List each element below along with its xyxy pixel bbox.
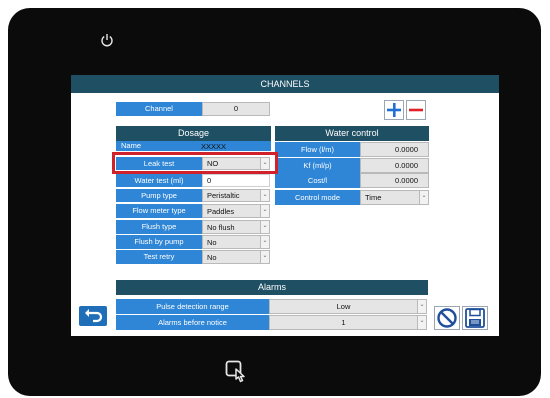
leak-test-highlight [112,152,278,174]
channel-value[interactable]: 0 [202,102,270,116]
back-arrow-icon[interactable] [79,306,107,326]
touch-screen: CHANNELS Channel 0 Dosage Name XXXXX Lea… [71,75,499,336]
pump-type-select[interactable]: Peristaltic ⌄ [202,189,270,202]
water-control-header: Water control [275,126,429,141]
flush-type-label: Flush type [116,220,202,234]
water-test-label: Water test (ml) [116,174,202,187]
pulse-detection-range-value: Low [336,302,351,311]
plus-icon[interactable] [384,100,404,120]
name-label: Name [116,141,156,151]
flush-type-select[interactable]: No flush ⌄ [202,220,270,234]
flow-value[interactable]: 0.0000 [360,142,429,157]
control-mode-select[interactable]: Time ⌄ [360,190,429,205]
flush-by-pump-label: Flush by pump [116,235,202,249]
power-icon[interactable] [100,33,114,47]
flow-label: Flow (l/m) [275,142,360,157]
window-title: CHANNELS [71,75,499,93]
flow-meter-type-value: Paddles [207,207,235,216]
pulse-detection-range-select[interactable]: Low ⌄ [269,299,427,314]
alarms-before-notice-select[interactable]: 1 ⌄ [269,315,427,330]
flush-by-pump-select[interactable]: No ⌄ [202,235,270,249]
prohibited-icon[interactable] [434,306,460,330]
alarms-before-notice-value: 1 [341,318,346,327]
flush-type-value: No flush [207,223,235,232]
test-retry-value: No [207,253,217,262]
dosage-header: Dosage [116,126,271,141]
chevron-down-icon: ⌄ [417,300,426,313]
touch-pointer-icon [225,360,245,383]
minus-icon[interactable] [406,100,426,120]
alarms-header: Alarms [116,280,428,295]
cost-label: Cost/l [275,173,360,188]
chevron-down-icon: ⌄ [417,316,426,329]
kf-value[interactable]: 0.0000 [360,158,429,173]
pump-type-value: Peristaltic [207,191,240,200]
test-retry-select[interactable]: No ⌄ [202,250,270,264]
test-retry-label: Test retry [116,250,202,264]
cost-value[interactable]: 0.0000 [360,173,429,188]
water-test-input[interactable]: 0 [202,174,270,187]
chevron-down-icon: ⌄ [260,236,269,248]
flow-meter-type-label: Flow meter type [116,204,202,218]
pulse-detection-range-label: Pulse detection range [116,299,269,314]
alarms-before-notice-label: Alarms before notice [116,315,269,330]
chevron-down-icon: ⌄ [419,191,428,204]
flow-meter-type-select[interactable]: Paddles ⌄ [202,204,270,218]
floppy-disk-icon[interactable] [462,306,488,330]
kf-label: Kf (ml/p) [275,158,360,173]
control-mode-label: Control mode [275,190,360,205]
name-value[interactable]: XXXXX [156,141,271,151]
chevron-down-icon: ⌄ [260,221,269,233]
chevron-down-icon: ⌄ [260,190,269,201]
flush-by-pump-value: No [207,238,217,247]
channel-label: Channel [116,102,202,116]
control-mode-value: Time [365,193,382,202]
chevron-down-icon: ⌄ [260,205,269,217]
pump-type-label: Pump type [116,189,202,202]
chevron-down-icon: ⌄ [260,251,269,263]
